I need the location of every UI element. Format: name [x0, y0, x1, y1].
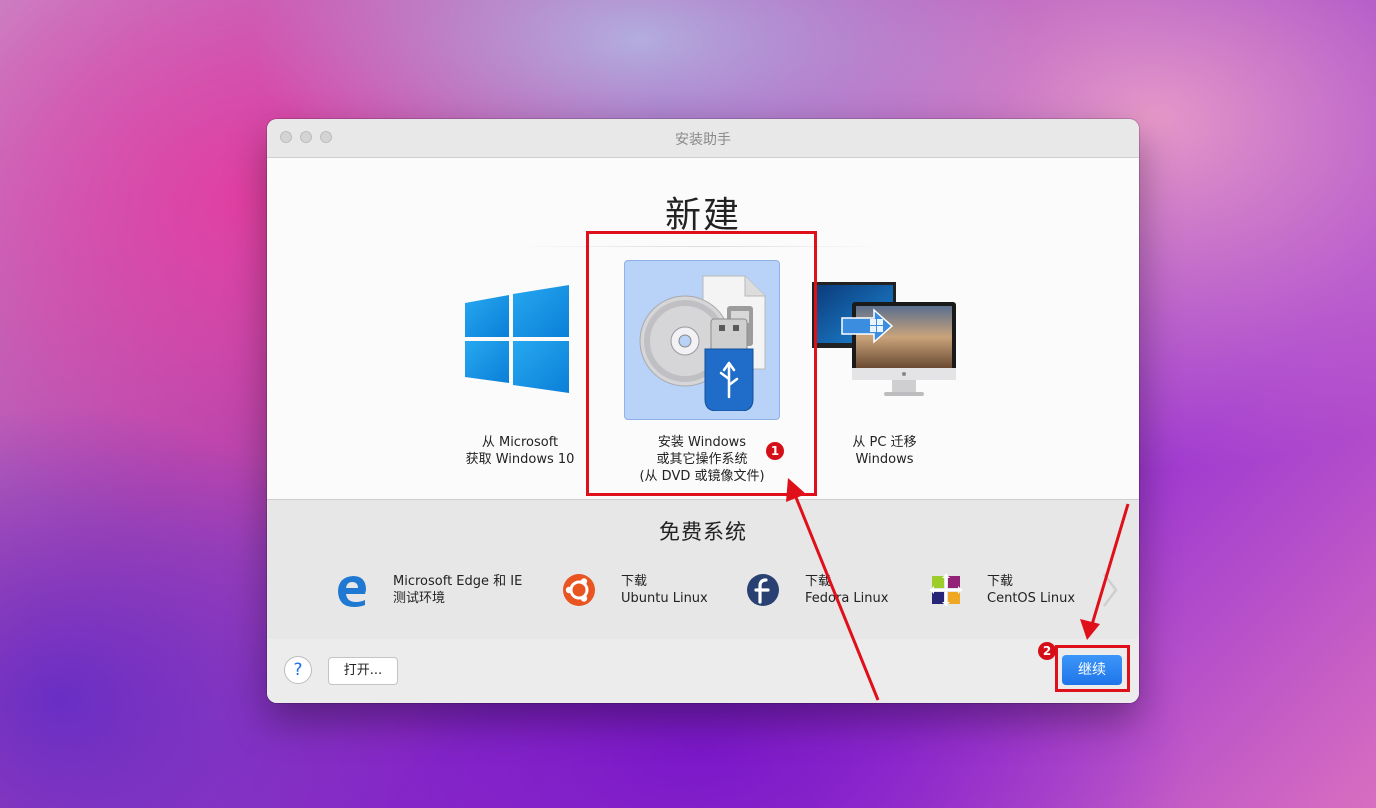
free-item-line: 下载 — [987, 574, 1014, 589]
chevron-right-icon[interactable] — [1099, 570, 1119, 610]
option-label: 从 Microsoft 获取 Windows 10 — [447, 434, 593, 468]
option-label-line: 获取 Windows 10 — [465, 452, 575, 467]
free-item-ubuntu[interactable]: 下载 Ubuntu Linux — [563, 572, 723, 612]
fedora-icon — [747, 574, 779, 606]
free-item-fedora[interactable]: 下载 Fedora Linux — [747, 572, 907, 612]
free-item-line: 测试环境 — [393, 591, 446, 606]
free-item-line: CentOS Linux — [987, 591, 1076, 606]
footer-bar: ? 打开... 继续 — [267, 639, 1139, 703]
option-label-line: 从 Microsoft — [481, 435, 559, 450]
free-item-line: Ubuntu Linux — [621, 591, 708, 606]
edge-icon — [338, 576, 366, 607]
window-title: 安装助手 — [675, 132, 731, 148]
free-item-line: 下载 — [805, 574, 832, 589]
free-item-line: 下载 — [621, 574, 648, 589]
centos-icon — [930, 574, 962, 606]
windows-logo-icon — [465, 285, 569, 393]
free-item-label: 下载 Fedora Linux — [805, 573, 888, 607]
option-migrate-from-pc[interactable]: 从 PC 迁移 Windows — [812, 278, 957, 467]
free-systems-section: 免费系统 Microsoft Edge 和 IE 测试环境 下载 Ubuntu … — [267, 499, 1139, 641]
ubuntu-icon — [563, 574, 595, 606]
free-item-centos[interactable]: 下载 CentOS Linux — [929, 572, 1089, 612]
free-item-edge-ie[interactable]: Microsoft Edge 和 IE 测试环境 — [335, 572, 535, 612]
annotation-badge-1: 1 — [766, 442, 784, 460]
open-button[interactable]: 打开... — [328, 657, 398, 685]
free-item-label: 下载 CentOS Linux — [987, 573, 1075, 607]
section-title-free-systems: 免费系统 — [659, 520, 747, 544]
pc-migration-icon — [812, 282, 956, 396]
free-item-label: Microsoft Edge 和 IE 测试环境 — [393, 573, 522, 607]
free-item-line: Microsoft Edge 和 IE — [393, 574, 523, 589]
option-label: 从 PC 迁移 Windows — [812, 434, 957, 468]
help-button[interactable]: ? — [284, 656, 312, 684]
free-item-label: 下载 Ubuntu Linux — [621, 573, 708, 607]
title-bar: 安装助手 — [267, 119, 1139, 158]
option-label-line: 从 PC 迁移 — [852, 435, 917, 450]
annotation-box-continue — [1055, 645, 1130, 692]
option-label-line: Windows — [855, 452, 914, 467]
annotation-badge-2: 2 — [1038, 642, 1056, 660]
option-get-windows-10[interactable]: 从 Microsoft 获取 Windows 10 — [447, 273, 593, 467]
annotation-box-install-option — [586, 231, 817, 496]
free-item-line: Fedora Linux — [805, 591, 889, 606]
